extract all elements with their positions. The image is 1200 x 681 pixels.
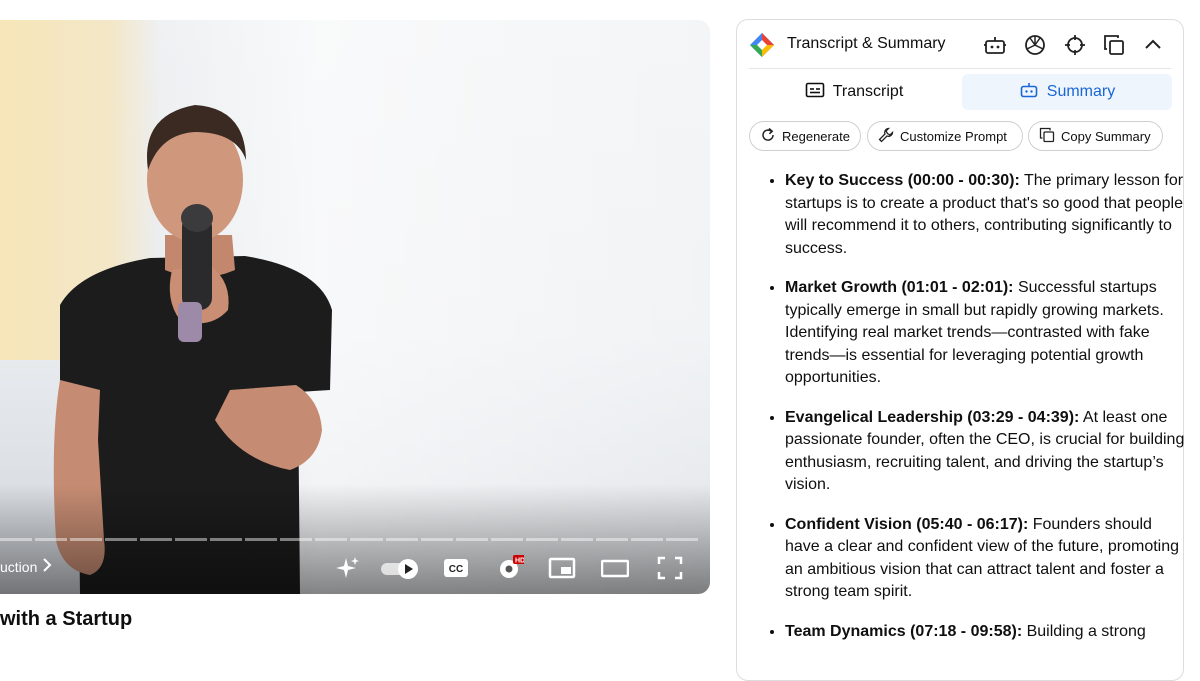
customize-prompt-label: Customize Prompt — [900, 128, 1007, 144]
list-item: Confident Vision (05:40 - 06:17): Founde… — [785, 514, 1185, 604]
copy-icon[interactable] — [1102, 33, 1126, 57]
tab-summary[interactable]: Summary — [962, 74, 1172, 110]
tab-transcript-label: Transcript — [832, 83, 904, 100]
summary-heading: Evangelical Leadership (03:29 - 04:39): — [785, 408, 1080, 426]
svg-text:CC: CC — [449, 564, 463, 575]
chevron-up-icon[interactable] — [1141, 33, 1165, 57]
summary-heading: Team Dynamics (07:18 - 09:58): — [785, 622, 1023, 640]
sparkle-icon[interactable] — [334, 554, 362, 582]
tab-summary-label: Summary — [1046, 83, 1116, 100]
summary-heading: Confident Vision (05:40 - 06:17): — [785, 515, 1029, 533]
subtitles-icon — [805, 80, 825, 105]
list-item: Market Growth (01:01 - 02:01): Successfu… — [785, 277, 1185, 390]
chevron-right-icon — [41, 558, 53, 575]
transcript-summary-panel: Transcript & Summary Transcript Summary … — [736, 19, 1184, 681]
wrench-icon — [878, 127, 894, 146]
progress-bar[interactable] — [0, 538, 698, 541]
panel-title: Transcript & Summary — [787, 35, 946, 52]
tab-transcript[interactable]: Transcript — [749, 74, 959, 110]
panel-tabs: Transcript Summary — [749, 74, 1172, 110]
regenerate-label: Regenerate — [782, 128, 850, 144]
captions-icon[interactable]: CC — [442, 554, 470, 582]
autoplay-toggle[interactable] — [380, 554, 422, 582]
player-controls: uction CC HD — [0, 550, 710, 586]
refresh-icon — [760, 127, 776, 146]
video-title: with a Startup — [0, 608, 133, 630]
settings-icon[interactable]: HD — [496, 554, 527, 582]
chapter-label: uction — [0, 558, 38, 575]
copy-icon — [1039, 127, 1055, 146]
copy-summary-button[interactable]: Copy Summary — [1028, 121, 1163, 151]
svg-text:HD: HD — [515, 558, 524, 565]
list-item: Team Dynamics (07:18 - 09:58): Building … — [785, 621, 1185, 644]
robot-icon — [1019, 80, 1039, 105]
list-item: Key to Success (00:00 - 00:30): The prim… — [785, 170, 1185, 260]
list-item: Evangelical Leadership (03:29 - 04:39): … — [785, 407, 1185, 497]
copy-summary-label: Copy Summary — [1061, 128, 1151, 144]
fullscreen-icon[interactable] — [656, 554, 684, 582]
video-player[interactable]: uction CC HD — [0, 20, 710, 594]
crosshair-icon[interactable] — [1063, 33, 1087, 57]
regenerate-button[interactable]: Regenerate — [749, 121, 861, 151]
panel-header: Transcript & Summary — [749, 20, 1171, 69]
customize-prompt-button[interactable]: Customize Prompt — [867, 121, 1023, 151]
miniplayer-icon[interactable] — [548, 554, 576, 582]
extension-logo-icon — [749, 32, 775, 58]
summary-text: Building a strong — [1022, 622, 1146, 640]
summary-heading: Market Growth (01:01 - 02:01): — [785, 279, 1014, 296]
theater-mode-icon[interactable] — [600, 554, 630, 582]
openai-icon[interactable] — [1023, 33, 1047, 57]
summary-list: Key to Success (00:00 - 00:30): The prim… — [759, 170, 1185, 660]
summary-heading: Key to Success (00:00 - 00:30): — [785, 172, 1020, 189]
robot-icon[interactable] — [983, 33, 1007, 57]
chapter-button[interactable]: uction — [0, 558, 53, 575]
summary-actions: Regenerate Customize Prompt Copy Summary — [749, 121, 1171, 153]
